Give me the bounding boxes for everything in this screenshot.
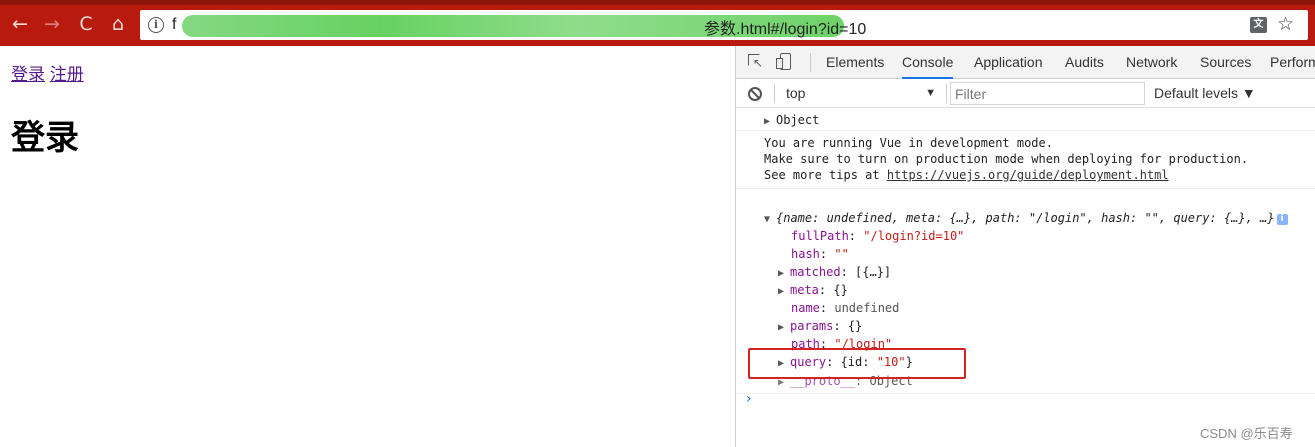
page-title: 登录 — [11, 119, 79, 157]
console-message: ▶ Object — [736, 108, 1315, 131]
devtools-panel: ↖ Elements Console Application Audits Ne… — [735, 46, 1315, 447]
url-text: 参数.html#/login?id=10 — [704, 21, 867, 38]
expandable-object[interactable]: ▶ Object — [764, 112, 819, 130]
back-arrow-icon[interactable]: ← — [8, 12, 32, 36]
tab-console[interactable]: Console — [902, 46, 954, 79]
site-info-icon[interactable]: i — [148, 17, 164, 33]
address-bar[interactable]: i f 参数.html#/login?id=10 文 ☆ — [140, 10, 1308, 40]
tab-application[interactable]: Application — [974, 46, 1043, 79]
tab-audits[interactable]: Audits — [1065, 46, 1104, 79]
collapse-triangle-icon[interactable]: ▼ — [764, 212, 776, 228]
tab-strip — [0, 0, 1315, 5]
expand-triangle-icon: ▶ — [778, 268, 785, 279]
vue-message-line: Make sure to turn on production mode whe… — [764, 152, 1249, 166]
annotation-highlight-box — [748, 348, 966, 379]
context-selector[interactable]: top ▼ — [780, 82, 942, 104]
route-object-summary[interactable]: ▼ {name: undefined, meta: {…}, path: "/lo… — [764, 210, 1288, 228]
filter-divider — [774, 84, 775, 103]
toolbar-divider — [810, 53, 811, 72]
tab-elements[interactable]: Elements — [826, 46, 884, 79]
url-prefix: f — [172, 16, 177, 33]
console-output: ▶ Object You are running Vue in developme… — [736, 108, 1315, 447]
console-filter-input[interactable] — [950, 82, 1145, 105]
prop-hash: hash: "" — [791, 247, 849, 261]
watermark: CSDN @乐百寿 — [1200, 426, 1293, 441]
context-value: top — [786, 85, 806, 101]
tab-performance[interactable]: Perform — [1270, 46, 1315, 79]
page-viewport: 登录 注册 登录 — [0, 46, 735, 447]
expand-triangle-icon[interactable]: ▶ — [764, 114, 776, 130]
device-toolbar-icon[interactable] — [776, 53, 796, 71]
filter-divider — [946, 84, 947, 103]
clear-console-icon[interactable] — [748, 87, 762, 101]
translate-icon[interactable]: 文 — [1250, 17, 1267, 33]
forward-arrow-icon[interactable]: → — [40, 12, 64, 36]
router-links: 登录 注册 — [11, 60, 84, 85]
login-link[interactable]: 登录 — [11, 65, 45, 84]
chevron-down-icon: ▼ — [925, 87, 936, 99]
log-levels-dropdown[interactable]: Default levels ▼ — [1154, 82, 1256, 104]
prop-meta[interactable]: ▶ meta: {} — [778, 282, 848, 300]
inspect-element-icon[interactable]: ↖ — [746, 53, 766, 71]
expand-triangle-icon: ▶ — [778, 286, 785, 297]
devtools-tab-bar: ↖ Elements Console Application Audits Ne… — [736, 46, 1315, 79]
vue-message-line: See more tips at https://vuejs.org/guide… — [764, 168, 1169, 182]
reload-icon[interactable]: C — [74, 12, 98, 36]
prop-fullpath: fullPath: "/login?id=10" — [791, 229, 965, 243]
prop-params[interactable]: ▶ params: {} — [778, 318, 862, 336]
console-prompt-icon[interactable]: › — [746, 391, 752, 407]
home-icon[interactable]: ⌂ — [106, 12, 130, 36]
prop-matched[interactable]: ▶ matched: [{…}] — [778, 264, 891, 282]
expand-triangle-icon: ▶ — [778, 322, 785, 333]
console-filter-bar: top ▼ Default levels ▼ — [736, 79, 1315, 108]
prop-name: name: undefined — [791, 301, 900, 315]
object-label: Object — [776, 113, 820, 127]
tab-sources[interactable]: Sources — [1200, 46, 1251, 79]
console-message: You are running Vue in development mode.… — [736, 131, 1315, 189]
vue-message-line: You are running Vue in development mode. — [764, 136, 1053, 150]
tab-network[interactable]: Network — [1126, 46, 1177, 79]
register-link[interactable]: 注册 — [50, 65, 84, 84]
browser-toolbar: ← → C ⌂ i f 参数.html#/login?id=10 文 ☆ — [0, 0, 1315, 46]
star-icon[interactable]: ☆ — [1277, 13, 1294, 35]
vue-docs-link[interactable]: https://vuejs.org/guide/deployment.html — [887, 168, 1169, 182]
info-badge-icon[interactable]: i — [1276, 214, 1288, 225]
